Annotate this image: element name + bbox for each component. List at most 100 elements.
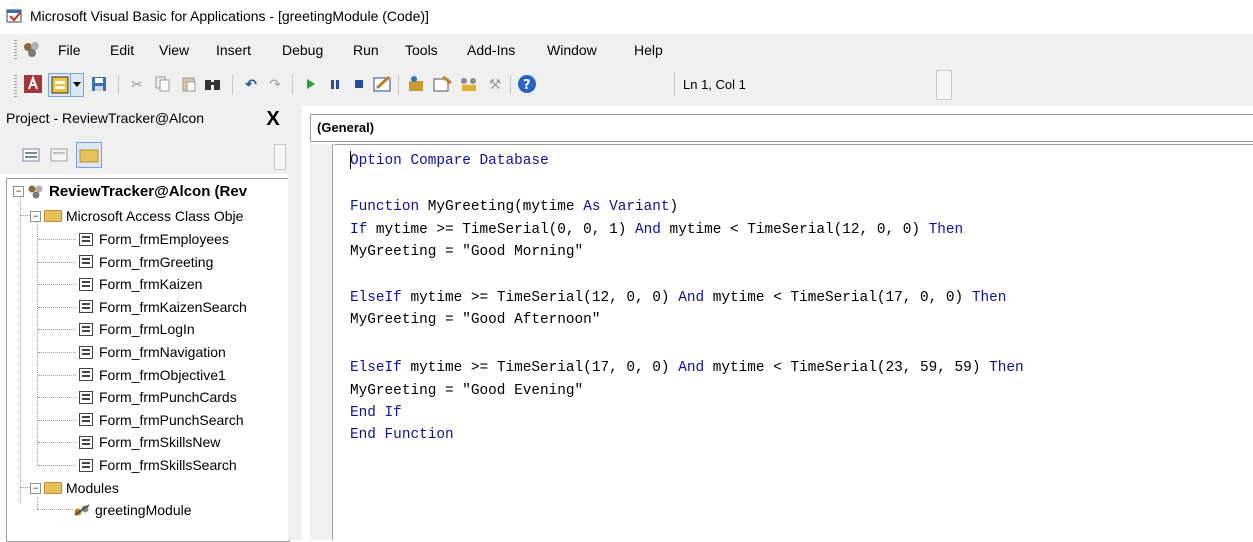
tree-item-label: Form_frmSkillsSearch bbox=[99, 457, 237, 473]
code-text: mytime >= TimeSerial(12, 0, 0) bbox=[401, 290, 679, 306]
tree-item-greeting-module[interactable]: greetingModule bbox=[73, 502, 192, 518]
menu-window[interactable]: Window bbox=[547, 42, 597, 58]
code-line[interactable]: If mytime >= TimeSerial(0, 0, 1) And myt… bbox=[350, 220, 963, 240]
tree-folder-label: Modules bbox=[66, 480, 119, 496]
insert-userform-icon[interactable] bbox=[48, 73, 72, 97]
menu-run[interactable]: Run bbox=[353, 42, 379, 58]
code-keyword: Function bbox=[350, 199, 420, 215]
form-icon bbox=[79, 368, 93, 382]
tree-item-form[interactable]: Form_frmLogIn bbox=[79, 321, 195, 337]
cursor-position-text: Ln 1, Col 1 bbox=[683, 77, 746, 92]
tree-item-form[interactable]: Form_frmObjective1 bbox=[79, 367, 226, 383]
paste-icon[interactable] bbox=[178, 73, 200, 95]
menu-file[interactable]: File bbox=[58, 42, 81, 58]
cut-icon[interactable]: ✂ bbox=[126, 73, 148, 95]
properties-window-icon[interactable] bbox=[432, 73, 454, 95]
collapse-icon[interactable]: − bbox=[30, 210, 41, 222]
view-object-icon[interactable] bbox=[48, 144, 70, 166]
code-keyword: Then bbox=[971, 290, 1007, 306]
menu-view[interactable]: View bbox=[159, 42, 189, 58]
reset-icon[interactable] bbox=[348, 73, 370, 95]
cursor-position-indicator: Ln 1, Col 1 bbox=[674, 72, 937, 96]
vba-menu-icon[interactable] bbox=[22, 40, 42, 60]
menu-debug[interactable]: Debug bbox=[282, 42, 323, 58]
menu-tools[interactable]: Tools bbox=[405, 42, 438, 58]
code-editor[interactable]: Option Compare Database Function MyGreeti… bbox=[334, 144, 1253, 541]
panel-toolbar-options[interactable] bbox=[274, 144, 286, 170]
menu-insert[interactable]: Insert bbox=[216, 42, 251, 58]
svg-text:?: ? bbox=[523, 78, 531, 93]
tree-item-form[interactable]: Form_frmGreeting bbox=[79, 254, 213, 270]
code-keyword: ElseIf bbox=[350, 290, 402, 306]
pane-splitter[interactable] bbox=[288, 106, 302, 540]
menu-help[interactable]: Help bbox=[634, 42, 663, 58]
code-text: mytime < TimeSerial(17, 0, 0) bbox=[704, 290, 972, 306]
module-icon bbox=[73, 503, 91, 517]
tree-item-form[interactable]: Form_frmSkillsSearch bbox=[79, 457, 237, 473]
menu-add-ins[interactable]: Add-Ins bbox=[467, 42, 515, 58]
code-line[interactable]: ElseIf mytime >= TimeSerial(12, 0, 0) An… bbox=[350, 288, 1006, 308]
code-text: MyGreeting = "Good Afternoon" bbox=[350, 312, 601, 328]
code-text: ) bbox=[669, 199, 679, 215]
undo-icon[interactable]: ↶ bbox=[240, 73, 262, 95]
code-text: mytime < TimeSerial(12, 0, 0) bbox=[660, 222, 929, 238]
tree-item-form[interactable]: Form_frmKaizenSearch bbox=[79, 299, 247, 315]
access-icon[interactable] bbox=[22, 73, 44, 95]
tree-folder-modules[interactable]: − Modules bbox=[30, 480, 119, 496]
tree-item-form[interactable]: Form_frmNavigation bbox=[79, 344, 226, 360]
collapse-icon[interactable]: − bbox=[30, 482, 41, 494]
object-browser-icon[interactable] bbox=[458, 73, 480, 95]
title-bar: Microsoft Visual Basic for Applications … bbox=[0, 0, 1253, 34]
toolbar-options-button[interactable] bbox=[936, 70, 952, 100]
code-line[interactable]: Option Compare Database bbox=[350, 151, 549, 171]
tree-item-form[interactable]: Form_frmEmployees bbox=[79, 231, 229, 247]
tree-item-label: Form_frmNavigation bbox=[99, 344, 226, 360]
menu-edit[interactable]: Edit bbox=[110, 42, 134, 58]
tree-item-form[interactable]: Form_frmPunchCards bbox=[79, 389, 237, 405]
code-keyword: Option Compare Database bbox=[350, 153, 549, 169]
tree-item-label: Form_frmEmployees bbox=[99, 231, 229, 247]
dropdown-arrow-icon[interactable] bbox=[70, 73, 84, 97]
menubar-grip[interactable] bbox=[14, 40, 17, 60]
vba-app-icon bbox=[6, 7, 24, 25]
code-line[interactable]: End If bbox=[350, 403, 402, 423]
tree-item-form[interactable]: Form_frmSkillsNew bbox=[79, 434, 220, 450]
form-icon bbox=[79, 345, 93, 359]
tree-item-label: Form_frmKaizen bbox=[99, 276, 203, 293]
copy-icon[interactable] bbox=[152, 73, 174, 95]
collapse-icon[interactable]: − bbox=[13, 186, 24, 197]
toggle-folders-icon[interactable] bbox=[76, 142, 102, 168]
run-icon[interactable] bbox=[300, 73, 322, 95]
code-text: mytime < TimeSerial(23, 59, 59) bbox=[704, 360, 990, 376]
object-dropdown[interactable]: (General) bbox=[310, 114, 1253, 142]
form-icon bbox=[79, 322, 93, 336]
code-keyword: And bbox=[678, 360, 705, 376]
code-line[interactable]: MyGreeting = "Good Afternoon" bbox=[350, 310, 600, 330]
code-line[interactable]: End Function bbox=[350, 425, 454, 445]
code-margin-indicator-bar[interactable] bbox=[310, 144, 333, 540]
code-line[interactable]: MyGreeting = "Good Morning" bbox=[350, 242, 583, 262]
redo-icon[interactable]: ↷ bbox=[264, 73, 286, 95]
help-icon[interactable]: ? bbox=[516, 73, 538, 95]
toolbar-grip[interactable] bbox=[14, 75, 17, 97]
tree-root-project[interactable]: − ReviewTracker@Alcon (Rev bbox=[13, 183, 247, 200]
toolbox-icon[interactable]: ⚒ bbox=[484, 73, 506, 95]
code-line[interactable]: ElseIf mytime >= TimeSerial(17, 0, 0) An… bbox=[350, 358, 1024, 378]
code-line[interactable]: MyGreeting = "Good Evening" bbox=[350, 381, 583, 401]
close-icon[interactable]: X bbox=[262, 108, 284, 130]
find-icon[interactable] bbox=[202, 73, 224, 95]
save-icon[interactable] bbox=[88, 73, 110, 95]
design-mode-icon[interactable] bbox=[372, 73, 394, 95]
tree-folder-class-objects[interactable]: − Microsoft Access Class Obje bbox=[30, 208, 243, 224]
project-explorer-toolbar bbox=[0, 134, 288, 174]
code-line[interactable]: Function MyGreeting(mytime As Variant) bbox=[350, 197, 678, 217]
project-explorer-icon[interactable] bbox=[406, 73, 428, 95]
code-keyword: And bbox=[678, 290, 705, 306]
tree-item-form[interactable]: Form_frmKaizen bbox=[79, 276, 202, 292]
view-code-icon[interactable] bbox=[20, 144, 42, 166]
project-explorer-header: Project - ReviewTracker@Alcon X bbox=[0, 106, 288, 134]
form-icon bbox=[79, 300, 93, 314]
object-dropdown-value: (General) bbox=[317, 120, 375, 135]
tree-item-form[interactable]: Form_frmPunchSearch bbox=[79, 412, 244, 428]
break-icon[interactable] bbox=[324, 73, 346, 95]
